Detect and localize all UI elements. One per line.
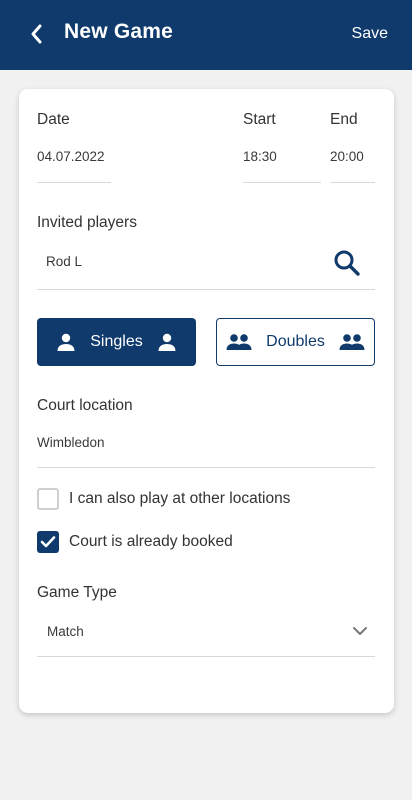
singles-label: Singles xyxy=(90,333,143,350)
save-button[interactable]: Save xyxy=(352,25,388,43)
checkmark-icon xyxy=(40,536,56,548)
other-locations-checkbox[interactable] xyxy=(37,488,59,510)
new-game-form: Date Start End 04.07.2022 18:30 20:00 In… xyxy=(19,89,394,713)
chevron-left-icon xyxy=(31,24,42,44)
court-booked-checkbox[interactable] xyxy=(37,531,59,553)
chevron-down-icon xyxy=(353,627,367,635)
date-field[interactable]: 04.07.2022 xyxy=(37,149,105,164)
invited-players-label: Invited players xyxy=(37,214,137,231)
game-type-dropdown-toggle[interactable] xyxy=(351,622,369,640)
people-icon xyxy=(339,334,365,350)
search-button[interactable] xyxy=(332,248,362,278)
court-location-field[interactable]: Wimbledon xyxy=(37,435,105,450)
game-type-label: Game Type xyxy=(37,584,117,601)
invited-players-field[interactable]: Rod L xyxy=(46,254,82,269)
end-underline xyxy=(330,182,375,183)
invited-players-underline xyxy=(37,289,375,290)
person-icon xyxy=(158,333,176,351)
app-bar: New Game Save xyxy=(0,0,412,70)
doubles-label: Doubles xyxy=(266,333,325,350)
doubles-button[interactable]: Doubles xyxy=(216,318,375,366)
date-label: Date xyxy=(37,111,70,128)
back-button[interactable] xyxy=(24,22,48,46)
court-location-label: Court location xyxy=(37,397,133,414)
start-label: Start xyxy=(243,111,276,128)
singles-button[interactable]: Singles xyxy=(37,318,196,366)
people-icon xyxy=(226,334,252,350)
court-booked-label: Court is already booked xyxy=(69,533,233,550)
person-icon xyxy=(57,333,75,351)
start-time-field[interactable]: 18:30 xyxy=(243,149,277,164)
end-label: End xyxy=(330,111,358,128)
other-locations-label: I can also play at other locations xyxy=(69,490,291,507)
page-title: New Game xyxy=(64,20,173,43)
start-underline xyxy=(243,182,321,183)
end-time-field[interactable]: 20:00 xyxy=(330,149,364,164)
search-icon xyxy=(334,250,360,276)
game-type-underline xyxy=(37,656,375,657)
court-location-underline xyxy=(37,467,375,468)
date-underline xyxy=(37,182,111,183)
game-type-select[interactable]: Match xyxy=(47,624,84,639)
